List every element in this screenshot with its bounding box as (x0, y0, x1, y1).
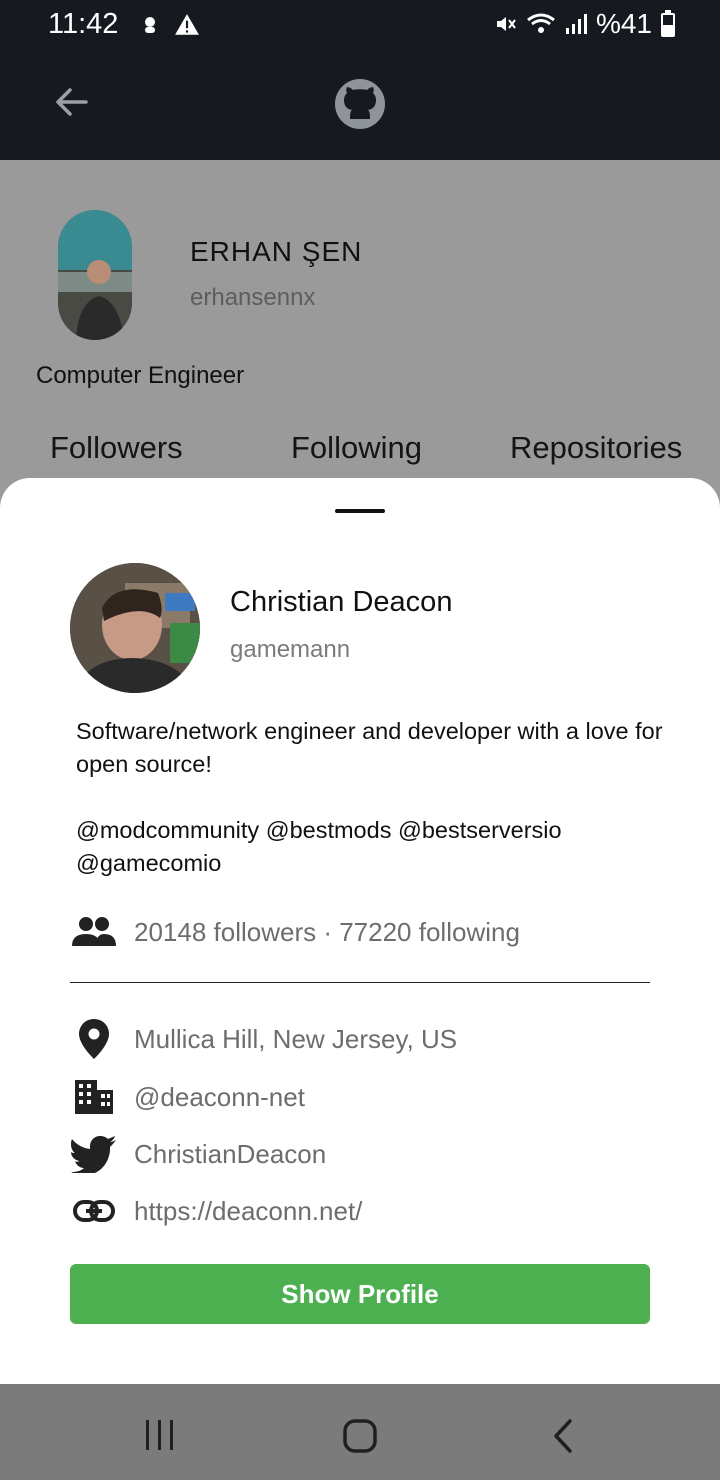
followers-following-text: 20148 followers · 77220 following (134, 916, 520, 947)
battery-percent: %41 (595, 8, 652, 39)
status-bar: 11:42 %41 (0, 0, 720, 50)
people-icon (72, 917, 116, 946)
system-nav-bar (0, 1384, 720, 1480)
wifi-icon (527, 13, 555, 33)
recent-apps-icon[interactable] (140, 1418, 180, 1452)
battery-icon (661, 10, 675, 37)
home-icon[interactable] (342, 1418, 378, 1454)
company-text[interactable]: @deaconn-net (134, 1082, 305, 1113)
warning-icon (175, 14, 199, 35)
signal-icon (565, 14, 587, 34)
twitter-row: ChristianDeacon (70, 1130, 326, 1178)
profile-username: erhansennx (190, 284, 316, 311)
tab-followers[interactable]: Followers (50, 430, 183, 466)
link-icon (70, 1187, 118, 1235)
building-icon (70, 1073, 118, 1121)
twitter-icon (70, 1130, 118, 1178)
tab-following[interactable]: Following (291, 430, 422, 466)
back-arrow-icon[interactable] (52, 82, 92, 122)
status-right: %41 (494, 8, 676, 40)
followers-row: 20148 followers · 77220 following (70, 908, 520, 956)
drag-handle[interactable] (335, 509, 385, 513)
user-login: gamemann (230, 636, 351, 663)
profile-bio: Computer Engineer (36, 362, 245, 389)
notification-icon (145, 17, 155, 33)
mute-icon (496, 17, 516, 31)
blog-link[interactable]: https://deaconn.net/ (134, 1196, 362, 1227)
company-row: @deaconn-net (70, 1073, 305, 1121)
blog-row: https://deaconn.net/ (70, 1187, 362, 1235)
status-left-icons (138, 10, 200, 40)
divider (70, 982, 650, 983)
twitter-text[interactable]: ChristianDeacon (134, 1139, 326, 1170)
github-icon (335, 79, 385, 129)
location-pin-icon (70, 1015, 118, 1063)
location-text: Mullica Hill, New Jersey, US (134, 1023, 458, 1054)
profile-avatar (58, 210, 132, 340)
nav-back-icon[interactable] (550, 1418, 576, 1454)
location-row: Mullica Hill, New Jersey, US (70, 1015, 457, 1063)
show-profile-button[interactable]: Show Profile (70, 1264, 650, 1324)
profile-name: ERHAN ŞEN (190, 236, 363, 267)
status-time: 11:42 (48, 8, 119, 40)
user-avatar (70, 563, 200, 693)
tab-repositories[interactable]: Repositories (510, 430, 682, 466)
user-name: Christian Deacon (230, 586, 453, 618)
user-bio: Software/network engineer and developer … (76, 718, 663, 876)
